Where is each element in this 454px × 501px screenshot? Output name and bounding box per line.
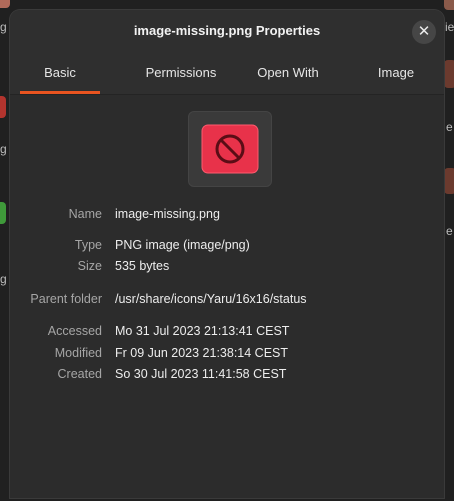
parent-folder-label: Parent folder (30, 292, 102, 306)
tab-open-with[interactable]: Open With (242, 54, 334, 94)
parent-folder-link[interactable]: /usr/share/icons/Yaru/16x16/status (115, 292, 307, 306)
background-file-label[interactable]: g (0, 272, 7, 286)
background-file-thumbnail[interactable] (0, 0, 10, 8)
background-file-thumbnail[interactable] (444, 60, 454, 88)
close-icon: ✕ (417, 23, 431, 40)
background-file-thumbnail[interactable] (0, 202, 6, 224)
tab-label: Image (377, 65, 415, 80)
tab-label: Basic (44, 65, 76, 80)
background-file-label[interactable]: e (446, 224, 453, 238)
size-value[interactable]: 535 bytes (115, 259, 169, 273)
accessed-label: Accessed (47, 324, 102, 338)
background-file-label[interactable]: ie (445, 20, 454, 34)
title-bar[interactable]: image-missing.png Properties ✕ (10, 10, 444, 54)
type-label: Type (74, 238, 102, 252)
tab-bar: Basic Permissions Open With Image (10, 54, 444, 95)
tab-permissions[interactable]: Permissions (120, 54, 242, 94)
tab-basic[interactable]: Basic (20, 54, 100, 94)
dialog-title: image-missing.png Properties (133, 23, 321, 38)
type-value[interactable]: PNG image (image/png) (115, 238, 250, 252)
tab-image[interactable]: Image (356, 54, 436, 94)
size-label: Size (77, 259, 102, 273)
accessed-value[interactable]: Mo 31 Jul 2023 21:13:41 CEST (115, 324, 289, 338)
image-missing-icon (201, 124, 259, 174)
modified-label: Modified (54, 346, 102, 360)
created-value[interactable]: So 30 Jul 2023 11:41:58 CEST (115, 367, 286, 381)
background-file-thumbnail[interactable] (0, 96, 6, 118)
tab-label: Open With (257, 65, 319, 80)
tab-label: Permissions (145, 65, 217, 80)
close-button[interactable]: ✕ (412, 20, 436, 44)
background-file-label[interactable]: g (0, 20, 7, 34)
background-file-label[interactable]: g (0, 142, 7, 156)
name-label: Name (68, 207, 102, 221)
background-file-thumbnail[interactable] (444, 0, 454, 10)
name-value[interactable]: image-missing.png (115, 207, 220, 221)
properties-dialog: image-missing.png Properties ✕ Basic Per… (10, 10, 444, 498)
background-file-label[interactable]: e (446, 120, 453, 134)
file-icon-button[interactable] (188, 111, 272, 187)
background-file-thumbnail[interactable] (444, 168, 454, 194)
modified-value[interactable]: Fr 09 Jun 2023 21:38:14 CEST (115, 346, 288, 360)
created-label: Created (57, 367, 102, 381)
